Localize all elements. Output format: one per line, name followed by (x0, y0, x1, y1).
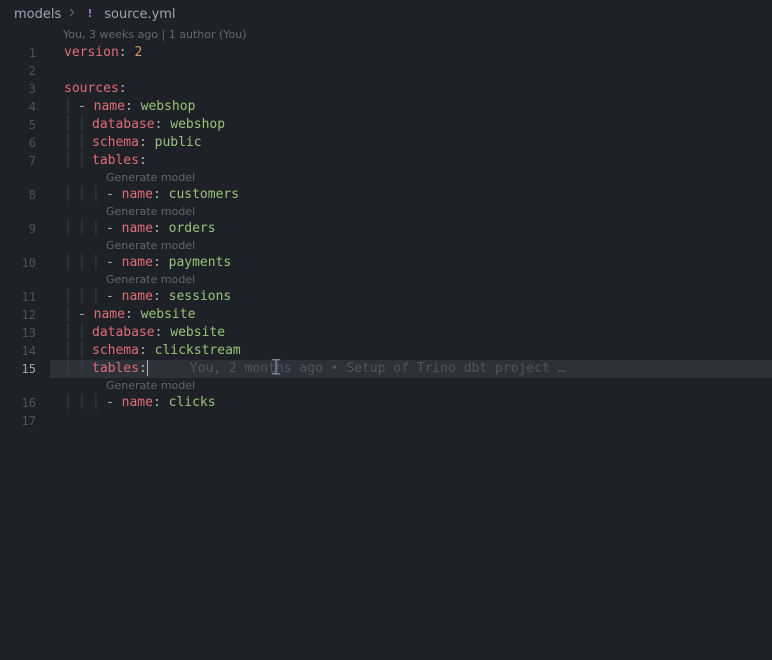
yaml-value: webshop (170, 117, 225, 132)
code-line-active[interactable]: ││tables:You, 2 months ago • Setup of Tr… (50, 360, 772, 378)
yaml-key: name (122, 187, 153, 202)
yaml-value: 2 (134, 45, 142, 60)
yaml-key: tables (92, 361, 139, 376)
line-number[interactable]: 11 (0, 288, 36, 306)
line-number[interactable]: 3 (0, 80, 36, 98)
yaml-value: orders (169, 221, 216, 236)
line-number[interactable]: 8 (0, 186, 36, 204)
yaml-key: version (64, 45, 119, 60)
yaml-key: name (94, 307, 125, 322)
yaml-key: tables (92, 153, 139, 168)
yaml-key: database (92, 325, 155, 340)
code-line[interactable]: │- name: website (50, 306, 772, 324)
yaml-value: clickstream (155, 343, 241, 358)
yaml-value: customers (169, 187, 239, 202)
line-number[interactable]: 12 (0, 306, 36, 324)
line-number[interactable]: 7 (0, 152, 36, 170)
code-line[interactable]: ││schema: public (50, 134, 772, 152)
codelens-generate-model[interactable]: │││Generate model (50, 378, 772, 394)
code-line[interactable]: sources: (50, 80, 772, 98)
line-number[interactable]: 13 (0, 324, 36, 342)
yaml-value: website (141, 307, 196, 322)
code-line[interactable]: ││schema: clickstream (50, 342, 772, 360)
code-line[interactable]: ││tables: (50, 152, 772, 170)
yaml-key: name (122, 255, 153, 270)
gitlens-inline-blame[interactable]: You, 2 months ago • Setup of Trino dbt p… (190, 361, 566, 376)
yaml-value: website (170, 325, 225, 340)
yaml-value: payments (169, 255, 232, 270)
codelens-generate-model[interactable]: │││Generate model (50, 204, 772, 220)
code-line[interactable] (50, 412, 772, 430)
code-line[interactable]: ││database: website (50, 324, 772, 342)
yaml-key: name (122, 395, 153, 410)
codelens-generate-model[interactable]: │││Generate model (50, 170, 772, 186)
yaml-key: name (122, 289, 153, 304)
line-number[interactable]: 14 (0, 342, 36, 360)
codelens-generate-model[interactable]: │││Generate model (50, 272, 772, 288)
codelens-generate-model[interactable]: │││Generate model (50, 238, 772, 254)
yaml-value: public (155, 135, 202, 150)
line-number[interactable]: 16 (0, 394, 36, 412)
code-line[interactable]: │││- name: clicks (50, 394, 772, 412)
line-number[interactable]: 2 (0, 62, 36, 80)
code-line[interactable]: │││- name: customers (50, 186, 772, 204)
line-number[interactable]: 1 (0, 44, 36, 62)
line-number[interactable]: 6 (0, 134, 36, 152)
minimap[interactable] (768, 0, 772, 660)
chevron-right-icon (66, 7, 77, 22)
yaml-key: name (122, 221, 153, 236)
yaml-key: sources (64, 81, 119, 96)
gitlens-author-line[interactable]: You, 3 weeks ago | 1 author (You) (0, 28, 772, 44)
yaml-file-icon: ! (82, 6, 98, 22)
code-line[interactable] (50, 62, 772, 80)
line-number-gutter[interactable]: 1 2 3 4 5 6 7 8 9 10 11 12 13 14 15 16 1… (0, 44, 44, 430)
breadcrumb[interactable]: models ! source.yml (0, 0, 772, 28)
breadcrumb-folder[interactable]: models (14, 7, 61, 22)
code-line[interactable]: │- name: webshop (50, 98, 772, 116)
yaml-value: webshop (141, 99, 196, 114)
code-line[interactable]: │││- name: payments (50, 254, 772, 272)
code-line[interactable]: ││database: webshop (50, 116, 772, 134)
line-number[interactable]: 15 (0, 360, 36, 378)
code-line[interactable]: │││- name: sessions (50, 288, 772, 306)
yaml-key: database (92, 117, 155, 132)
line-number[interactable]: 10 (0, 254, 36, 272)
code-line[interactable]: │││- name: orders (50, 220, 772, 238)
text-cursor (147, 360, 148, 376)
line-number[interactable]: 4 (0, 98, 36, 116)
yaml-key: schema (92, 343, 139, 358)
line-number[interactable]: 9 (0, 220, 36, 238)
breadcrumb-file[interactable]: source.yml (104, 7, 175, 22)
yaml-value: clicks (169, 395, 216, 410)
line-number[interactable]: 5 (0, 116, 36, 134)
yaml-value: sessions (169, 289, 232, 304)
editor-area[interactable]: 1 2 3 4 5 6 7 8 9 10 11 12 13 14 15 16 1… (0, 44, 772, 430)
yaml-key: schema (92, 135, 139, 150)
code-body[interactable]: version: 2 sources: │- name: webshop ││d… (50, 44, 772, 430)
code-line[interactable]: version: 2 (50, 44, 772, 62)
yaml-key: name (94, 99, 125, 114)
line-number[interactable]: 17 (0, 412, 36, 430)
svg-text:!: ! (88, 8, 93, 20)
